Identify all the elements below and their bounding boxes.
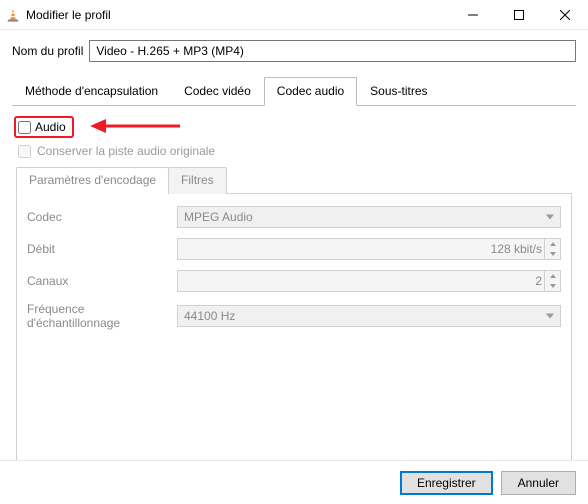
codec-label: Codec [27, 210, 177, 224]
codec-select: MPEG Audio [177, 206, 561, 228]
vlc-icon [6, 8, 20, 22]
encoding-panel: Codec MPEG Audio Débit 128 kbit/s Canaux [16, 194, 572, 464]
bitrate-value: 128 kbit/s [491, 242, 542, 256]
chevron-down-icon [546, 314, 554, 319]
profile-name-label: Nom du profil [12, 44, 83, 58]
window-controls [450, 0, 588, 30]
save-button[interactable]: Enregistrer [400, 471, 493, 495]
annotation-arrow [90, 116, 180, 139]
bitrate-spinner: 128 kbit/s [177, 238, 561, 260]
minimize-button[interactable] [450, 0, 496, 30]
keep-original-checkbox [18, 145, 31, 158]
channels-value: 2 [535, 274, 542, 288]
samplerate-value: 44100 Hz [184, 309, 235, 323]
tab-filters[interactable]: Filtres [168, 167, 227, 194]
profile-name-input[interactable] [89, 40, 576, 62]
chevron-down-icon [546, 215, 554, 220]
spinner-buttons [544, 239, 560, 259]
main-tabs: Méthode d'encapsulation Codec vidéo Code… [12, 76, 576, 106]
window-title: Modifier le profil [26, 8, 450, 22]
cancel-button[interactable]: Annuler [501, 471, 576, 495]
spinner-buttons [544, 271, 560, 291]
channels-label: Canaux [27, 274, 177, 288]
titlebar: Modifier le profil [0, 0, 588, 30]
bitrate-label: Débit [27, 242, 177, 256]
samplerate-label: Fréquence d'échantillonnage [27, 302, 177, 330]
dialog-footer: Enregistrer Annuler [0, 460, 588, 504]
audio-enable-label: Audio [35, 120, 66, 134]
close-button[interactable] [542, 0, 588, 30]
channels-spinner: 2 [177, 270, 561, 292]
encoding-tabs: Paramètres d'encodage Filtres [16, 166, 572, 194]
samplerate-select: 44100 Hz [177, 305, 561, 327]
keep-original-label: Conserver la piste audio originale [37, 144, 215, 158]
audio-enable-checkbox[interactable] [18, 121, 31, 134]
tab-encoding-params[interactable]: Paramètres d'encodage [16, 167, 169, 194]
maximize-button[interactable] [496, 0, 542, 30]
tab-video-codec[interactable]: Codec vidéo [171, 77, 264, 106]
tab-subtitles[interactable]: Sous-titres [357, 77, 440, 106]
codec-value: MPEG Audio [184, 210, 253, 224]
tab-encapsulation[interactable]: Méthode d'encapsulation [12, 77, 171, 106]
audio-enable-checkbox-wrap[interactable]: Audio [14, 116, 74, 138]
tab-audio-codec[interactable]: Codec audio [264, 77, 357, 106]
